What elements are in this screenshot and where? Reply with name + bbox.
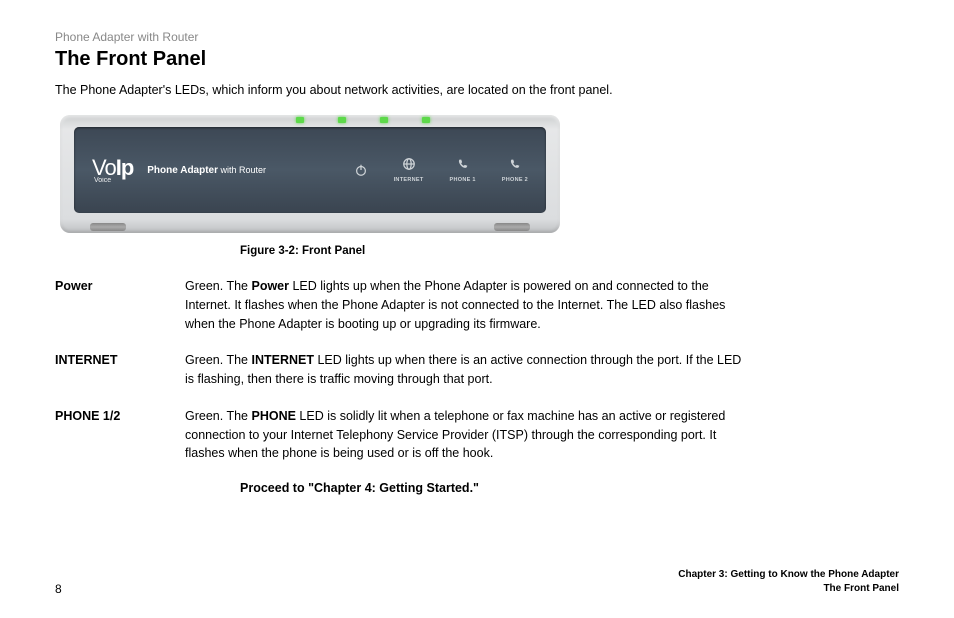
top-leds [60, 115, 560, 125]
row-description: Green. The INTERNET LED lights up when t… [185, 351, 745, 389]
desc-pre: Green. The [185, 409, 251, 423]
footer-section: The Front Panel [678, 582, 899, 596]
definition-row-power: Power Green. The Power LED lights up whe… [55, 277, 899, 333]
footer-chapter: Chapter 3: Getting to Know the Phone Ada… [678, 568, 899, 582]
desc-bold: INTERNET [251, 353, 314, 367]
device-figure: VoIp Voice Phone Adapter with Router [60, 115, 560, 233]
led-indicator [338, 117, 346, 123]
row-description: Green. The PHONE LED is solidly lit when… [185, 407, 745, 463]
logo-text: VoIp [92, 157, 133, 179]
device-label: Phone Adapter with Router [147, 165, 266, 176]
indicator-label: INTERNET [394, 177, 424, 183]
row-description: Green. The Power LED lights up when the … [185, 277, 745, 333]
desc-bold: PHONE [251, 409, 295, 423]
device-body: VoIp Voice Phone Adapter with Router [60, 115, 560, 233]
row-label: Power [55, 277, 185, 333]
proceed-text: Proceed to "Chapter 4: Getting Started." [240, 481, 899, 495]
device-label-light: with Router [218, 165, 266, 175]
phone-icon [508, 157, 522, 171]
intro-text: The Phone Adapter's LEDs, which inform y… [55, 83, 899, 97]
power-icon [354, 163, 368, 177]
desc-bold: Power [251, 279, 289, 293]
page-footer: 8 Chapter 3: Getting to Know the Phone A… [55, 568, 899, 596]
indicator-internet: INTERNET [394, 157, 424, 183]
indicator-label: PHONE 1 [450, 177, 476, 183]
product-header: Phone Adapter with Router [55, 30, 899, 44]
indicator-row: INTERNET PHONE 1 PHONE 2 [354, 157, 528, 183]
document-page: Phone Adapter with Router The Front Pane… [0, 0, 954, 495]
page-number: 8 [55, 582, 62, 596]
led-indicator [422, 117, 430, 123]
led-indicator [380, 117, 388, 123]
row-label: INTERNET [55, 351, 185, 389]
footer-right: Chapter 3: Getting to Know the Phone Ada… [678, 568, 899, 596]
indicator-label: PHONE 2 [502, 177, 528, 183]
definition-row-internet: INTERNET Green. The INTERNET LED lights … [55, 351, 899, 389]
indicator-power [354, 163, 368, 183]
indicator-phone1: PHONE 1 [450, 157, 476, 183]
led-indicator [296, 117, 304, 123]
phone-icon [456, 157, 470, 171]
section-heading: The Front Panel [55, 48, 899, 71]
row-label: PHONE 1/2 [55, 407, 185, 463]
figure-caption: Figure 3-2: Front Panel [240, 245, 899, 257]
desc-pre: Green. The [185, 279, 251, 293]
desc-pre: Green. The [185, 353, 251, 367]
definition-row-phone: PHONE 1/2 Green. The PHONE LED is solidl… [55, 407, 899, 463]
device-face: VoIp Voice Phone Adapter with Router [74, 127, 546, 213]
globe-icon [402, 157, 416, 171]
voip-logo: VoIp Voice [92, 157, 133, 184]
device-label-bold: Phone Adapter [147, 165, 218, 176]
device-feet [60, 223, 560, 231]
indicator-phone2: PHONE 2 [502, 157, 528, 183]
logo-subtext: Voice [94, 177, 133, 184]
device-foot [90, 223, 126, 231]
device-foot [494, 223, 530, 231]
